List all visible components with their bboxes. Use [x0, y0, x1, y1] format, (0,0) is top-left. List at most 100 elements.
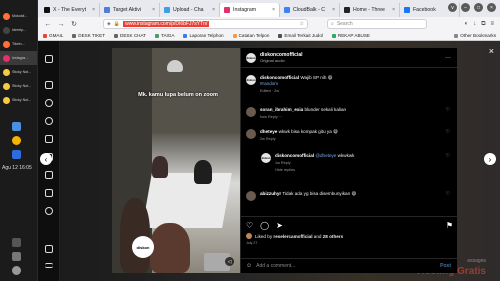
- menu-icon[interactable]: ≡: [490, 21, 494, 28]
- close-icon[interactable]: ×: [332, 7, 335, 13]
- close-icon[interactable]: ×: [272, 7, 275, 13]
- bookmark-email-judol[interactable]: Email Terkait Judol: [278, 33, 323, 38]
- close-icon[interactable]: ×: [212, 7, 215, 13]
- taskbar-item[interactable]: Sticky Not...: [0, 65, 37, 79]
- bookmark-desk-tiket[interactable]: DESK TIKET: [72, 33, 105, 38]
- threads-icon[interactable]: [45, 245, 53, 253]
- reels-icon[interactable]: [45, 135, 53, 143]
- reload-icon[interactable]: ↻: [70, 20, 78, 28]
- comment-meta[interactable]: how Reply ···: [260, 115, 346, 120]
- profile-icon[interactable]: [45, 207, 53, 215]
- power-icon[interactable]: [12, 266, 21, 275]
- bookmark-desk-chat[interactable]: DESK CHAT: [114, 33, 146, 38]
- comment-user[interactable]: diskoncomofficial: [260, 75, 299, 80]
- bookmark-taiga[interactable]: TAIGA: [154, 33, 174, 38]
- more-icon[interactable]: ···: [445, 55, 457, 61]
- bookmark-gmail[interactable]: GMAIL: [43, 33, 63, 38]
- taskbar-item[interactable]: Tiketn...: [0, 37, 37, 51]
- home-icon[interactable]: [45, 81, 53, 89]
- maximize-icon[interactable]: □: [474, 3, 483, 12]
- instagram-logo-icon[interactable]: [45, 55, 53, 63]
- search-input[interactable]: ⌕ Search: [327, 19, 427, 29]
- create-icon[interactable]: [45, 189, 53, 197]
- avatar[interactable]: [246, 191, 256, 201]
- shield-icon[interactable]: [12, 150, 21, 159]
- avatar[interactable]: diskon: [246, 52, 256, 63]
- post-video[interactable]: Mk. kamu lupa belum on zoom diskon ◁: [112, 48, 240, 273]
- comment-meta[interactable]: 2w Reply: [260, 137, 338, 142]
- comment-input[interactable]: Add a comment...: [256, 263, 295, 269]
- url-bar[interactable]: ◈ 🔒 www.instagram.com/p/DI6bFJ7sYTn/ ☆: [103, 19, 308, 29]
- close-icon[interactable]: ×: [152, 7, 155, 13]
- comment-user[interactable]: diskoncomofficial: [275, 153, 314, 158]
- taskbar-item[interactable]: Ideretp...: [0, 23, 37, 37]
- close-window-icon[interactable]: ×: [487, 3, 496, 12]
- extensions-icon[interactable]: ⧉: [481, 21, 485, 28]
- close-icon[interactable]: ×: [92, 7, 95, 13]
- tab-target[interactable]: Target Aktivi ×: [100, 3, 160, 17]
- taskbar-item[interactable]: Sticky Not...: [0, 79, 37, 93]
- like-comment-icon[interactable]: ♡: [446, 191, 453, 201]
- avatar[interactable]: diskon: [246, 75, 256, 85]
- bookmark-laporan[interactable]: Laporan Telphon: [183, 33, 224, 38]
- download-icon[interactable]: ↓: [473, 21, 476, 28]
- back-icon[interactable]: ←: [44, 21, 52, 28]
- previous-post-button[interactable]: ‹: [40, 153, 52, 165]
- hashtag-link[interactable]: #random: [260, 81, 278, 86]
- menu-icon[interactable]: [45, 263, 53, 268]
- list-tabs-icon[interactable]: v: [448, 3, 457, 12]
- close-modal-icon[interactable]: ×: [489, 46, 494, 56]
- taskbar-item[interactable]: Sticky Not...: [0, 93, 37, 107]
- audio-label[interactable]: Original audio: [260, 58, 303, 63]
- forward-icon[interactable]: →: [57, 21, 65, 28]
- tab-label: X - The Everyt: [53, 7, 87, 13]
- tab-bar: X - The Everyt × Target Aktivi × Upload - …: [38, 0, 500, 17]
- share-icon[interactable]: ➤: [276, 221, 283, 230]
- likes-others[interactable]: 28 others: [323, 234, 343, 239]
- avatar[interactable]: [246, 233, 252, 239]
- volume-icon[interactable]: [12, 252, 21, 261]
- post-comment-button[interactable]: Post: [440, 263, 458, 269]
- taskbar-item[interactable]: Mokusit...: [0, 9, 37, 23]
- clock[interactable]: Agu 12 16:05: [2, 165, 32, 171]
- avatar[interactable]: [246, 129, 256, 139]
- chrome-icon[interactable]: [12, 136, 21, 145]
- comment-user[interactable]: soran_ibrahim_exia: [260, 107, 303, 112]
- emoji-icon[interactable]: ☺: [246, 263, 252, 269]
- other-bookmarks[interactable]: Other Bookmarks: [454, 33, 500, 38]
- apps-grid-icon[interactable]: [12, 238, 21, 247]
- bookmark-catatan[interactable]: Catatan Telpon: [232, 33, 269, 38]
- like-comment-icon[interactable]: ♡: [446, 129, 453, 142]
- network-icon[interactable]: [12, 122, 21, 131]
- bookmark-rekap[interactable]: REKAP ABUSE: [331, 33, 370, 38]
- close-icon[interactable]: ×: [392, 7, 395, 13]
- notifications-icon[interactable]: [45, 171, 53, 179]
- pocket-icon[interactable]: ◐: [465, 21, 469, 28]
- tab-upload[interactable]: Upload - Cha ×: [160, 3, 220, 17]
- like-comment-icon[interactable]: ♡: [446, 153, 453, 173]
- avatar[interactable]: diskon: [261, 153, 271, 163]
- taskbar-item-label: Instagra...: [12, 56, 28, 60]
- avatar[interactable]: [246, 107, 256, 117]
- likes-user[interactable]: reselercamofficial: [273, 234, 312, 239]
- tab-cloudbalk[interactable]: CloudBalk - C ×: [280, 3, 340, 17]
- like-comment-icon[interactable]: ♡: [446, 107, 453, 120]
- comment-user[interactable]: dheteye: [260, 129, 277, 134]
- taskbar-item[interactable]: Instagra...: [0, 51, 37, 65]
- tab-instagram[interactable]: Instagram ×: [220, 3, 280, 17]
- mention-link[interactable]: @dheteye: [315, 153, 336, 158]
- hide-replies-link[interactable]: Hide replies: [275, 168, 354, 173]
- search-icon[interactable]: [45, 99, 53, 107]
- comment-user[interactable]: abizzuhyr: [260, 191, 281, 196]
- like-icon[interactable]: ♡: [246, 221, 253, 230]
- comment-icon[interactable]: ◯: [260, 221, 269, 230]
- explore-icon[interactable]: [45, 117, 53, 125]
- tab-x[interactable]: X - The Everyt ×: [40, 3, 100, 17]
- bookmark-star-icon[interactable]: ☆: [300, 21, 307, 27]
- comment-meta[interactable]: 1w Reply: [275, 161, 354, 166]
- minimize-icon[interactable]: –: [461, 3, 470, 12]
- mute-icon[interactable]: ◁: [225, 257, 234, 266]
- tab-threads[interactable]: Home - Three ×: [340, 3, 400, 17]
- next-post-button[interactable]: ›: [484, 153, 496, 165]
- save-icon[interactable]: ⚑: [446, 221, 453, 230]
